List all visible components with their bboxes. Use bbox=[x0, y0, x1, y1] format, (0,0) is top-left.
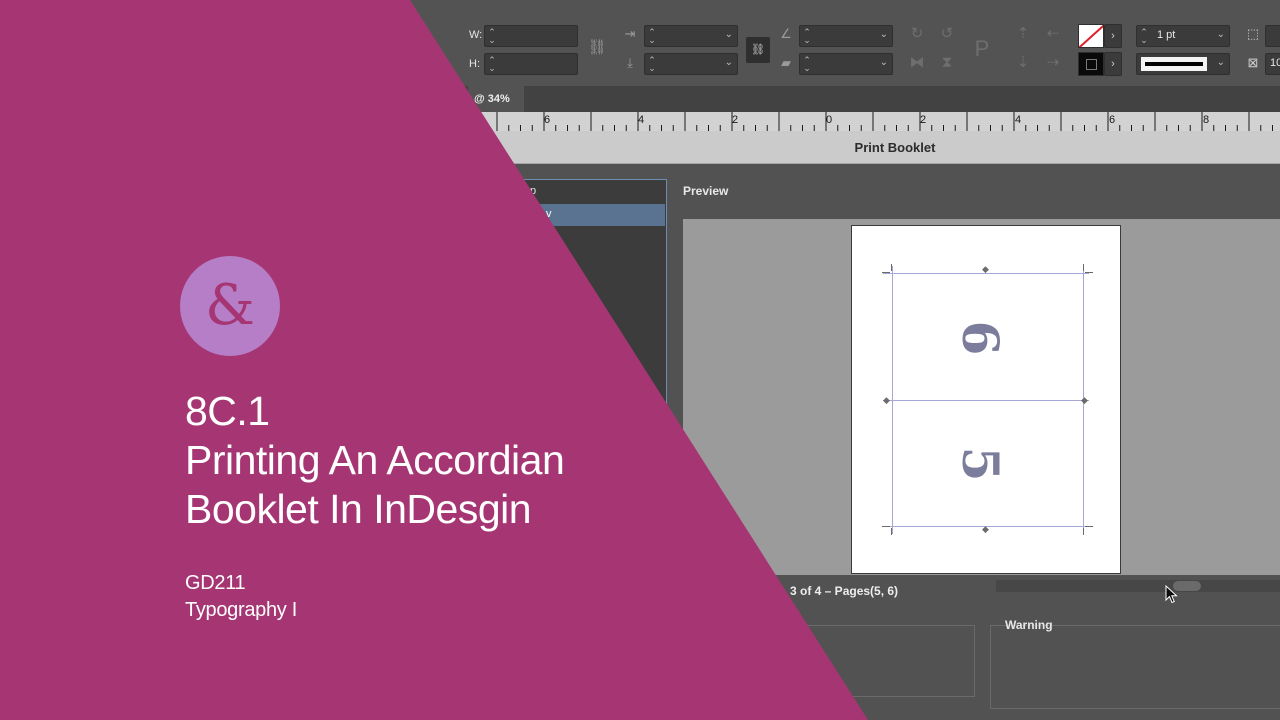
lesson-title-line-2: Booklet In InDesgin bbox=[185, 486, 532, 532]
lesson-number: 8C.1 bbox=[185, 388, 270, 434]
course-name: Typography I bbox=[185, 599, 298, 621]
lesson-title-line-1: Printing An Accordian bbox=[185, 437, 565, 483]
logo-glyph: & bbox=[205, 273, 255, 338]
course-code: GD211 bbox=[185, 572, 246, 594]
ampersand-logo-icon: & bbox=[180, 256, 280, 356]
